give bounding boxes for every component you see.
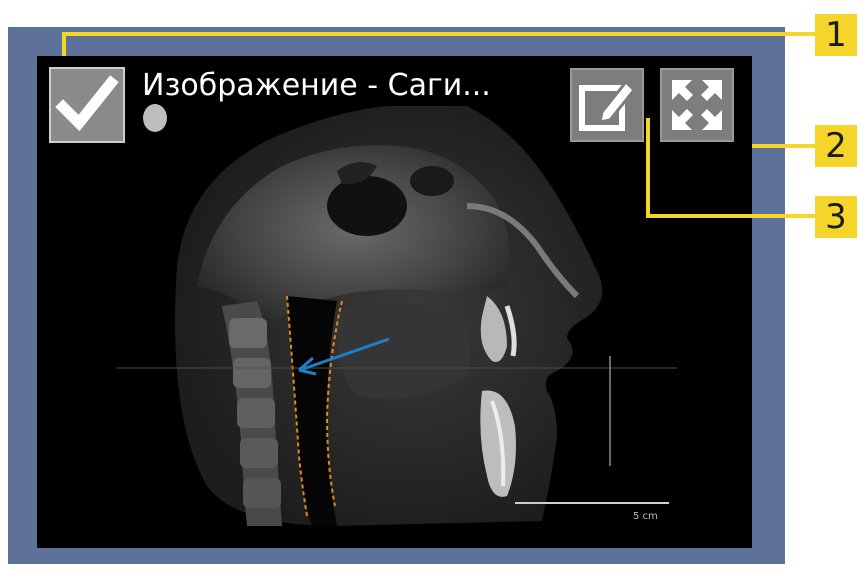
callout-leader-lines	[62, 32, 815, 218]
callout-3: 3	[815, 196, 857, 238]
callout-2: 2	[815, 125, 857, 167]
callout-1: 1	[815, 14, 857, 56]
